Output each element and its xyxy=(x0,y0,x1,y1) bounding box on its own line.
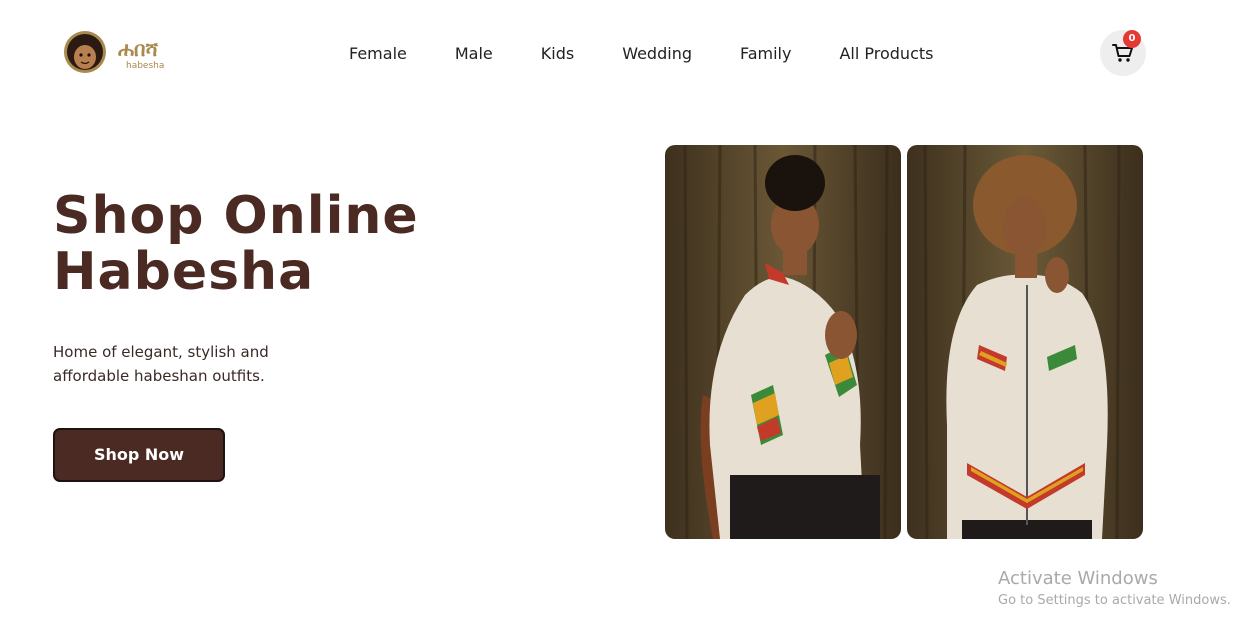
brand-logo[interactable]: ሐበሻ habesha xyxy=(58,30,190,74)
nav-item-all-products[interactable]: All Products xyxy=(839,44,933,63)
nav-item-wedding[interactable]: Wedding xyxy=(622,44,692,63)
nav-item-male[interactable]: Male xyxy=(455,44,493,63)
male-model-photo xyxy=(665,145,901,539)
brand-logo-mark: ሐበሻ habesha xyxy=(64,31,164,73)
hero-title-line-1: Shop Online xyxy=(53,186,419,246)
hero-title: Shop Online Habesha xyxy=(53,188,613,300)
windows-activation-watermark: Activate Windows Go to Settings to activ… xyxy=(998,568,1231,610)
nav-item-kids[interactable]: Kids xyxy=(541,44,574,63)
nav-item-female[interactable]: Female xyxy=(349,44,407,63)
svg-text:habesha: habesha xyxy=(126,61,164,71)
main-nav: Female Male Kids Wedding Family All Prod… xyxy=(349,42,933,64)
shop-now-button[interactable]: Shop Now xyxy=(53,428,225,482)
cart-count-badge: 0 xyxy=(1123,30,1141,48)
watermark-subtitle: Go to Settings to activate Windows. xyxy=(998,593,1231,608)
nav-item-family[interactable]: Family xyxy=(740,44,791,63)
hero-title-line-2: Habesha xyxy=(53,242,315,302)
female-model-photo xyxy=(907,145,1143,539)
cart-button[interactable]: 0 xyxy=(1100,30,1146,76)
hero-subtitle: Home of elegant, stylish and affordable … xyxy=(53,343,269,385)
page: ሐበሻ habesha Female Male Kids Wedding Fam… xyxy=(0,0,1237,621)
watermark-title: Activate Windows xyxy=(998,568,1158,589)
svg-text:ሐበሻ: ሐበሻ xyxy=(118,37,159,61)
